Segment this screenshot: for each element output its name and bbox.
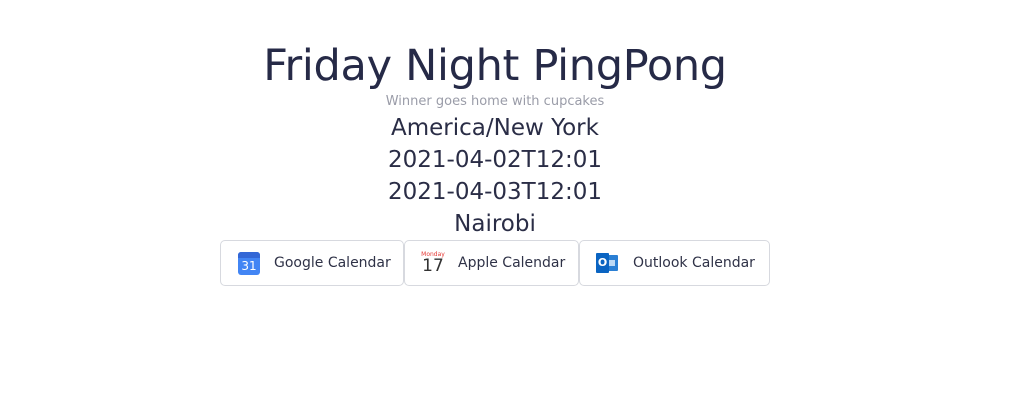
event-location: Nairobi [454, 211, 536, 237]
event-description: Winner goes home with cupcakes [385, 94, 605, 109]
outlook-calendar-button[interactable]: O Outlook Calendar [579, 240, 770, 286]
google-calendar-label: Google Calendar [274, 255, 391, 271]
add-to-calendar-buttons: 31 Google Calendar Monday 17 Apple Calen… [220, 240, 770, 286]
event-timezone: America/New York [391, 115, 599, 141]
apple-calendar-label: Apple Calendar [458, 255, 566, 271]
outlook-calendar-icon: O [596, 251, 620, 275]
google-calendar-button[interactable]: 31 Google Calendar [220, 240, 404, 286]
outlook-calendar-label: Outlook Calendar [633, 255, 755, 271]
apple-calendar-button[interactable]: Monday 17 Apple Calendar [404, 240, 579, 286]
event-start-time: 2021-04-02T12:01 [388, 147, 602, 173]
event-end-time: 2021-04-03T12:01 [388, 179, 602, 205]
google-calendar-icon: 31 [237, 251, 261, 275]
apple-calendar-icon: Monday 17 [421, 251, 445, 276]
event-title: Friday Night PingPong [263, 41, 727, 91]
